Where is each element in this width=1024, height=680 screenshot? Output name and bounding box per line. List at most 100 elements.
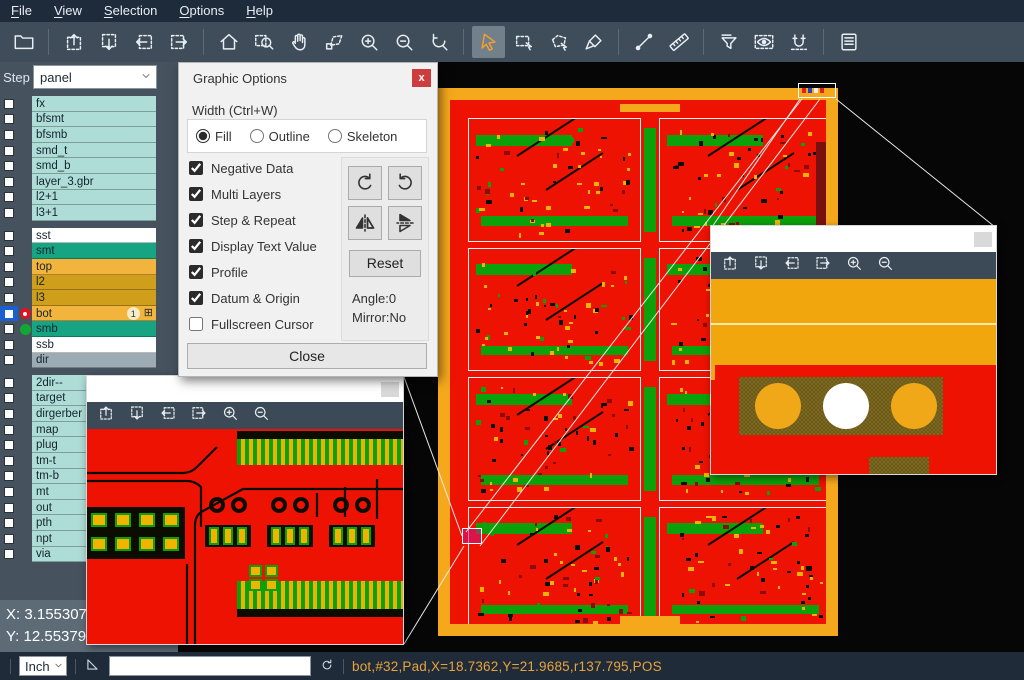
checkbox-step-repeat[interactable]: Step & Repeat [189, 207, 317, 233]
layer-checkbox[interactable] [0, 228, 18, 244]
layer-checkbox[interactable] [0, 96, 18, 112]
layer-checkbox[interactable] [0, 375, 18, 391]
command-input[interactable] [109, 656, 311, 676]
pan-down-button[interactable] [128, 404, 146, 427]
radio-outline[interactable]: Outline [250, 129, 310, 144]
layer-row-bfsmt[interactable]: bfsmt [0, 112, 178, 128]
close-icon[interactable]: x [412, 69, 431, 87]
zoom-out-button[interactable] [876, 254, 894, 277]
pan-right-button[interactable] [814, 254, 832, 277]
rotate-cw-button[interactable] [348, 166, 382, 200]
layer-row-smt[interactable]: smt [0, 243, 178, 259]
pan-left-button[interactable] [159, 404, 177, 427]
layer-checkbox[interactable] [0, 158, 18, 174]
checkbox-negative-data[interactable]: Negative Data [189, 155, 317, 181]
layer-checkbox[interactable] [0, 437, 18, 453]
layer-checkbox[interactable] [0, 306, 18, 322]
zoom-in-button[interactable] [221, 404, 239, 427]
zoom-in-button[interactable] [352, 26, 385, 58]
select-tool-button[interactable] [472, 26, 505, 58]
menu-options[interactable]: Options [168, 0, 235, 22]
checkbox-multi-layers[interactable]: Multi Layers [189, 181, 317, 207]
mirror-horizontal-button[interactable] [348, 206, 382, 240]
layer-checkbox[interactable] [0, 353, 18, 369]
checkbox-input[interactable] [189, 239, 203, 253]
layer-row-l2+1[interactable]: l2+1 [0, 190, 178, 206]
zoom-region-button[interactable] [247, 26, 280, 58]
measure-button[interactable] [627, 26, 660, 58]
layer-checkbox[interactable] [0, 143, 18, 159]
layer-checkbox[interactable] [0, 484, 18, 500]
menu-help[interactable]: Help [235, 0, 284, 22]
pan-right-button[interactable] [190, 404, 208, 427]
layer-checkbox[interactable] [0, 275, 18, 291]
checkbox-fullscreen-cursor[interactable]: Fullscreen Cursor [189, 311, 317, 337]
radio-skeleton[interactable]: Skeleton [328, 129, 398, 144]
layer-checkbox[interactable] [0, 337, 18, 353]
zoom-in-button[interactable] [845, 254, 863, 277]
layer-row-top[interactable]: top [0, 259, 178, 275]
magnifier-view-right[interactable] [711, 279, 996, 474]
layer-checkbox[interactable] [0, 127, 18, 143]
angle-tool-icon[interactable] [84, 656, 101, 676]
step-select[interactable]: panel [33, 65, 157, 89]
pan-up-button[interactable] [57, 26, 90, 58]
radio-input[interactable] [250, 129, 264, 143]
close-button[interactable]: Close [187, 343, 427, 369]
pan-left-button[interactable] [783, 254, 801, 277]
checkbox-display-text-value[interactable]: Display Text Value [189, 233, 317, 259]
layer-checkbox[interactable] [0, 259, 18, 275]
clear-selection-button[interactable] [577, 26, 610, 58]
checkbox-input[interactable] [189, 213, 203, 227]
layer-checkbox[interactable] [0, 243, 18, 259]
unit-select[interactable]: Inch [19, 656, 67, 676]
layer-row-smd_t[interactable]: smd_t [0, 143, 178, 159]
checkbox-profile[interactable]: Profile [189, 259, 317, 285]
layer-row-l3[interactable]: l3 [0, 290, 178, 306]
layer-checkbox[interactable] [0, 174, 18, 190]
layer-checkbox[interactable] [0, 290, 18, 306]
pan-down-button[interactable] [92, 26, 125, 58]
view-options-button[interactable] [747, 26, 780, 58]
open-button[interactable] [7, 26, 40, 58]
rect-select-button[interactable] [507, 26, 540, 58]
radio-input[interactable] [328, 129, 342, 143]
rotate-ccw-button[interactable] [388, 166, 422, 200]
layer-row-smd_b[interactable]: smd_b [0, 158, 178, 174]
layer-checkbox[interactable] [0, 469, 18, 485]
zoom-home-button[interactable] [212, 26, 245, 58]
minimize-button[interactable] [974, 232, 992, 247]
pan-right-button[interactable] [162, 26, 195, 58]
reset-button[interactable]: Reset [349, 250, 421, 277]
menu-file[interactable]: File [0, 0, 43, 22]
zoom-previous-button[interactable] [422, 26, 455, 58]
layer-checkbox[interactable] [0, 531, 18, 547]
menu-view[interactable]: View [43, 0, 93, 22]
layer-row-layer_3.gbr[interactable]: layer_3.gbr [0, 174, 178, 190]
minimize-button[interactable] [381, 382, 399, 397]
layer-checkbox[interactable] [0, 391, 18, 407]
checkbox-input[interactable] [189, 265, 203, 279]
radio-fill[interactable]: Fill [196, 129, 232, 144]
layer-checkbox[interactable] [0, 453, 18, 469]
checkbox-datum-origin[interactable]: Datum & Origin [189, 285, 317, 311]
layer-row-bot[interactable]: bot1⊞ [0, 306, 178, 322]
layer-row-smb[interactable]: smb [0, 321, 178, 337]
checkbox-input[interactable] [189, 161, 203, 175]
zoom-poly-button[interactable] [317, 26, 350, 58]
layer-row-l2[interactable]: l2 [0, 275, 178, 291]
checkbox-input[interactable] [189, 317, 203, 331]
pan-left-button[interactable] [127, 26, 160, 58]
layer-checkbox[interactable] [0, 112, 18, 128]
checkbox-input[interactable] [189, 187, 203, 201]
layer-checkbox[interactable] [0, 205, 18, 221]
magnifier-view-left[interactable] [87, 429, 403, 644]
layer-row-sst[interactable]: sst [0, 228, 178, 244]
layer-row-dir[interactable]: dir [0, 353, 178, 369]
pan-hand-button[interactable] [282, 26, 315, 58]
layer-checkbox[interactable] [0, 547, 18, 563]
sync-icon[interactable] [319, 657, 335, 676]
layer-checkbox[interactable] [0, 321, 18, 337]
layer-row-l3+1[interactable]: l3+1 [0, 205, 178, 221]
checkbox-input[interactable] [189, 291, 203, 305]
